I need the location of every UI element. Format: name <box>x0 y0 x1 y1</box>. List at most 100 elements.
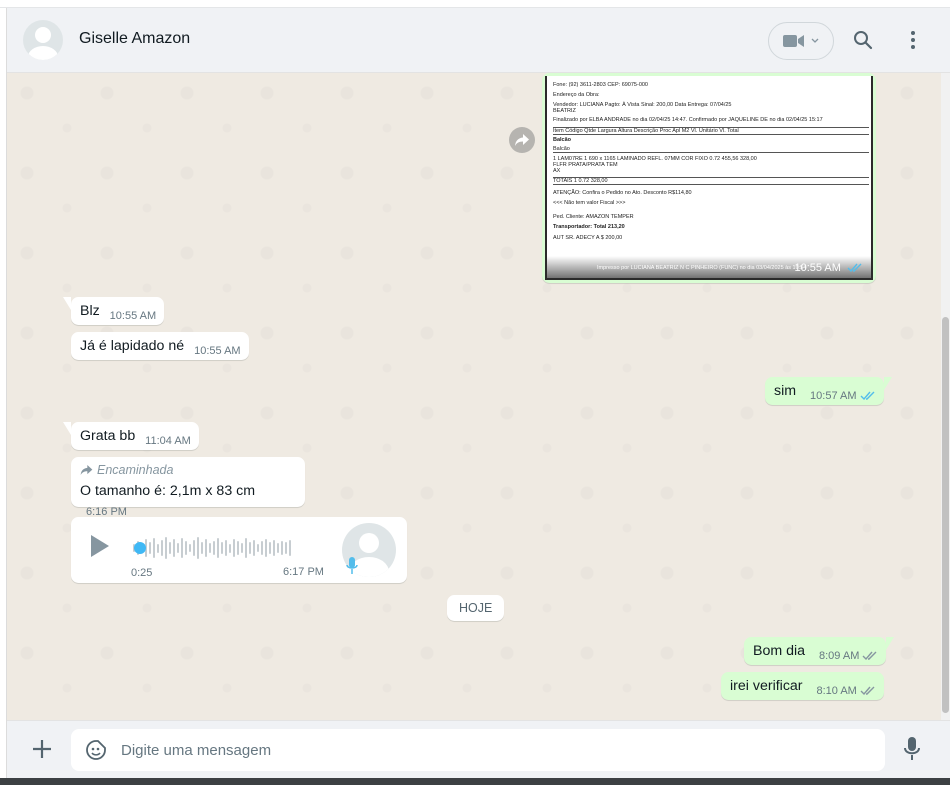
message-time: 10:55 AM <box>794 262 863 274</box>
doc-line: BEATRIZ <box>553 108 576 114</box>
image-message[interactable]: Fone: (92) 3611-2803 CEP: 69075-000 Ende… <box>542 73 876 283</box>
waveform-bar <box>277 543 279 553</box>
waveform-bar <box>165 537 167 559</box>
message-text: irei verificar <box>730 678 803 694</box>
video-call-button[interactable] <box>768 22 834 60</box>
video-camera-icon <box>783 35 804 47</box>
contact-avatar[interactable] <box>23 20 63 60</box>
composer-bar <box>7 720 950 778</box>
audio-duration: 0:25 <box>131 567 153 579</box>
forwarded-label: Encaminhada <box>80 463 297 477</box>
waveform-bar <box>269 542 271 554</box>
search-icon <box>854 31 873 50</box>
doc-line: Transportador: Total 213,20 <box>553 224 625 230</box>
play-icon[interactable] <box>91 535 109 557</box>
waveform-bar <box>249 542 251 554</box>
menu-button[interactable] <box>901 28 925 52</box>
message-time: 8:10 AM <box>816 685 875 697</box>
message-text: Já é lapidado né <box>80 338 185 354</box>
bubble-tail <box>886 637 895 650</box>
scrollbar-thumb[interactable] <box>942 317 949 713</box>
waveform-bar <box>225 540 227 556</box>
waveform-bar <box>157 543 159 553</box>
message-text: O tamanho é: 2,1m x 83 cm <box>80 483 256 499</box>
sticker-emoji-icon[interactable] <box>85 739 107 761</box>
double-check-icon <box>862 651 877 661</box>
message-time: 6:17 PM <box>283 566 324 578</box>
waveform-bar <box>289 540 291 556</box>
doc-line: <<< Não tem valor Fiscal >>> <box>553 200 626 206</box>
doc-line: FLFR PRATA/PRATA TEM <box>553 162 618 168</box>
waveform-bar <box>285 542 287 554</box>
incoming-message[interactable]: Já é lapidado né 10:55 AM <box>71 332 249 360</box>
outgoing-message[interactable]: irei verificar 8:10 AM <box>721 672 884 700</box>
audio-waveform[interactable] <box>133 537 317 559</box>
waveform-bar <box>193 540 195 556</box>
doc-line: Endereço da Obra: <box>553 92 600 98</box>
waveform-bar <box>169 542 171 554</box>
doc-line: AUT SR. ADECY A $ 200,00 <box>553 235 623 241</box>
chevron-down-icon <box>811 38 819 43</box>
bubble-tail <box>63 422 71 435</box>
message-time: 8:09 AM <box>819 650 878 662</box>
doc-line: Impresso por LUCIANA BEATRIZ N C PINHEIR… <box>597 265 807 271</box>
forward-button[interactable] <box>509 127 535 153</box>
message-input-box[interactable] <box>71 729 885 771</box>
scrollbar[interactable] <box>941 73 950 720</box>
double-check-icon <box>847 263 862 273</box>
outgoing-message[interactable]: sim 10:57 AM <box>765 377 892 405</box>
more-vertical-icon <box>911 31 915 49</box>
waveform-bar <box>209 543 211 553</box>
waveform-bar <box>261 541 263 555</box>
waveform-bar <box>221 542 223 554</box>
forwarded-icon <box>80 465 93 475</box>
incoming-message[interactable]: Grata bb 11:04 AM <box>63 422 199 450</box>
waveform-bar <box>241 543 243 553</box>
search-button[interactable] <box>851 28 875 52</box>
doc-line: TOTAIS 1 0.72 328,00 <box>553 177 869 185</box>
waveform-bar <box>233 539 235 557</box>
waveform-bar <box>205 539 207 557</box>
doc-line: Balcão <box>553 146 869 153</box>
doc-line: Vendedor: LUCIANA Pagto: À Vista Sinal: … <box>553 102 732 108</box>
microphone-icon[interactable] <box>903 736 921 762</box>
waveform-bar <box>253 540 255 556</box>
message-text: Blz <box>80 303 100 319</box>
doc-line: Fone: (92) 3611-2803 CEP: 69075-000 <box>553 82 648 88</box>
audio-progress-handle[interactable] <box>134 542 146 554</box>
bubble-tail <box>883 377 892 390</box>
doc-line: Balcão <box>553 137 572 143</box>
waveform-bar <box>197 537 199 559</box>
order-document-image[interactable]: Fone: (92) 3611-2803 CEP: 69075-000 Ende… <box>545 76 873 280</box>
waveform-bar <box>237 541 239 555</box>
message-input[interactable] <box>121 729 861 771</box>
waveform-bar <box>245 538 247 558</box>
forwarded-message[interactable]: Encaminhada O tamanho é: 2,1m x 83 cm 6:… <box>71 457 305 518</box>
day-separator: HOJE <box>447 595 505 621</box>
waveform-bar <box>173 539 175 557</box>
double-check-icon <box>860 686 875 696</box>
doc-line: Ped. Cliente: AMAZON TEMPER <box>553 214 634 220</box>
microphone-icon <box>346 557 358 574</box>
message-time: 11:04 AM <box>145 435 191 447</box>
waveform-bar <box>149 542 151 554</box>
waveform-bar <box>153 538 155 558</box>
waveform-bar <box>257 544 259 552</box>
doc-line: AX <box>553 168 561 174</box>
message-text: Bom dia <box>753 643 806 659</box>
doc-line: Item Código Qtde Largura Altura Descriçã… <box>553 127 869 135</box>
waveform-bar <box>177 543 179 553</box>
doc-line: Finalizado por ELBA ANDRADE no dia 02/04… <box>553 117 823 123</box>
browser-top-strip <box>0 0 950 8</box>
message-text: sim <box>774 383 797 399</box>
waveform-bar <box>229 543 231 553</box>
outgoing-message[interactable]: Bom dia 8:09 AM <box>744 637 895 665</box>
message-list[interactable]: Fone: (92) 3611-2803 CEP: 69075-000 Ende… <box>7 73 950 720</box>
incoming-message[interactable]: Blz 10:55 AM <box>63 297 165 325</box>
contact-name[interactable]: Giselle Amazon <box>79 30 190 48</box>
attach-plus-icon[interactable] <box>31 738 53 760</box>
message-time: 10:55 AM <box>109 310 157 322</box>
voice-message[interactable]: 0:25 6:17 PM <box>71 517 407 583</box>
double-check-icon <box>860 391 875 401</box>
chat-window: Giselle Amazon Fone: (92) 3611-2803 CEP:… <box>6 8 950 778</box>
